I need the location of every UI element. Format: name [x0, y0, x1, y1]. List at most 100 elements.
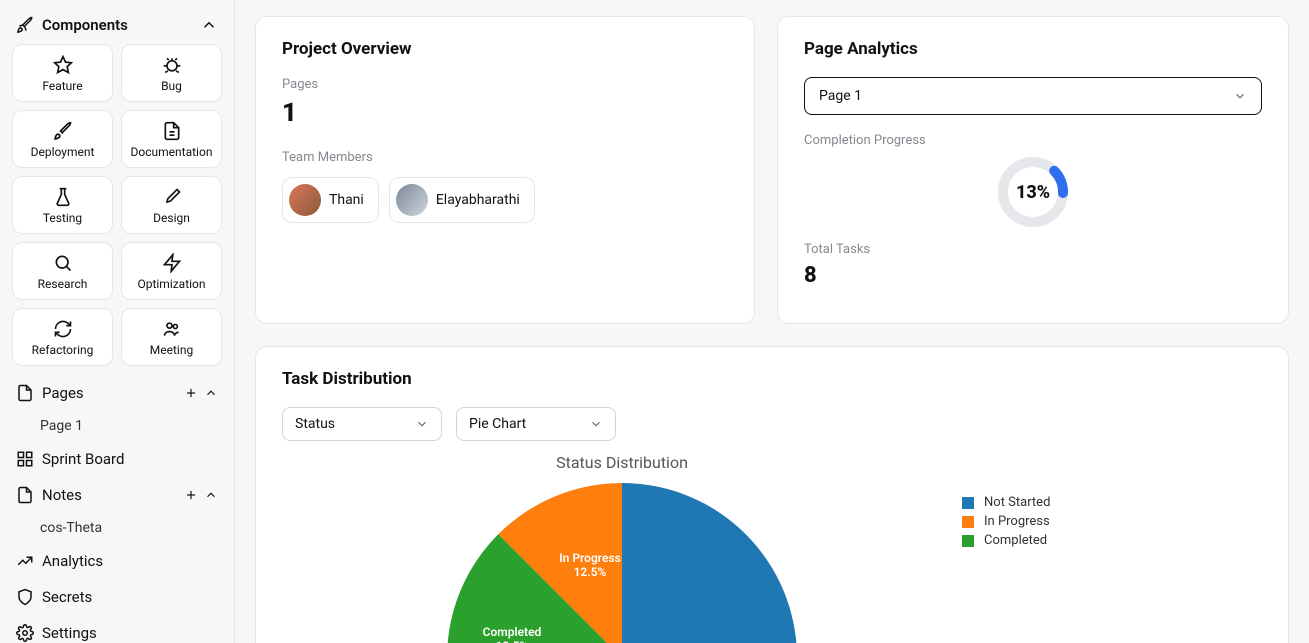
- note-icon: [16, 486, 34, 504]
- overview-title: Project Overview: [282, 39, 728, 59]
- chevron-up-icon[interactable]: [204, 488, 218, 502]
- legend-label: Completed: [984, 533, 1047, 548]
- metric-select-value: Status: [295, 416, 335, 432]
- component-label: Documentation: [131, 145, 213, 159]
- component-label: Optimization: [137, 277, 205, 291]
- refresh-icon: [53, 319, 73, 339]
- rocket-icon: [53, 121, 73, 141]
- component-label: Deployment: [31, 145, 95, 159]
- main-content: Project Overview Pages 1 Team Members Th…: [235, 0, 1309, 643]
- team-label: Team Members: [282, 150, 728, 165]
- total-tasks-label: Total Tasks: [804, 242, 1262, 257]
- note-item[interactable]: cos-Theta: [10, 516, 224, 540]
- component-label: Feature: [42, 79, 82, 93]
- component-label: Refactoring: [32, 343, 94, 357]
- component-label: Design: [153, 211, 190, 225]
- plus-icon[interactable]: [184, 386, 198, 400]
- sprint-board-label: Sprint Board: [42, 450, 124, 468]
- chart-type-select[interactable]: Pie Chart: [456, 407, 616, 441]
- shield-icon: [16, 588, 34, 606]
- legend-item: In Progress: [962, 512, 1262, 531]
- rocket-icon: [16, 16, 34, 34]
- legend-swatch: [962, 516, 974, 528]
- board-icon: [16, 450, 34, 468]
- completion-label: Completion Progress: [804, 133, 1262, 148]
- sidebar-item-secrets[interactable]: Secrets: [10, 582, 224, 612]
- gear-icon: [16, 624, 34, 642]
- legend-swatch: [962, 535, 974, 547]
- chevron-down-icon: [415, 417, 429, 431]
- chart-legend: Not Started In Progress Completed: [962, 453, 1262, 643]
- plus-icon[interactable]: [184, 488, 198, 502]
- page-analytics-card: Page Analytics Page 1 Completion Progres…: [777, 16, 1289, 324]
- chevron-up-icon[interactable]: [204, 386, 218, 400]
- chevron-down-icon: [1233, 89, 1247, 103]
- svg-text:In Progress: In Progress: [559, 551, 621, 565]
- completion-donut: 13%: [995, 154, 1071, 230]
- metric-select[interactable]: Status: [282, 407, 442, 441]
- legend-item: Completed: [962, 531, 1262, 550]
- component-design[interactable]: Design: [121, 176, 222, 234]
- component-label: Bug: [161, 79, 182, 93]
- team-member[interactable]: Thani: [282, 177, 379, 223]
- total-tasks-count: 8: [804, 263, 1262, 288]
- notes-label: Notes: [42, 486, 82, 504]
- component-deployment[interactable]: Deployment: [12, 110, 113, 168]
- distribution-title: Task Distribution: [282, 369, 1262, 389]
- legend-label: In Progress: [984, 514, 1050, 529]
- completion-percent: 13%: [995, 154, 1071, 230]
- member-name: Thani: [329, 192, 364, 208]
- component-refactoring[interactable]: Refactoring: [12, 308, 113, 366]
- team-members-row: Thani Elayabharathi: [282, 177, 728, 223]
- component-meeting[interactable]: Meeting: [121, 308, 222, 366]
- svg-text:Completed: Completed: [483, 625, 542, 639]
- legend-swatch: [962, 497, 974, 509]
- secrets-label: Secrets: [42, 588, 92, 606]
- page-item[interactable]: Page 1: [10, 414, 224, 438]
- palette-icon: [162, 187, 182, 207]
- component-testing[interactable]: Testing: [12, 176, 113, 234]
- pages-label: Pages: [42, 384, 84, 402]
- component-feature[interactable]: Feature: [12, 44, 113, 102]
- component-research[interactable]: Research: [12, 242, 113, 300]
- sidebar-item-settings[interactable]: Settings: [10, 618, 224, 643]
- component-bug[interactable]: Bug: [121, 44, 222, 102]
- sidebar: Components Feature Bug Deployment Docume…: [0, 0, 235, 643]
- sidebar-item-pages[interactable]: Pages: [10, 378, 224, 408]
- component-grid: Feature Bug Deployment Documentation Tes…: [10, 44, 224, 366]
- pie-chart: In Progress 12.5% Completed 12.5%: [412, 478, 832, 643]
- analytics-icon: [16, 552, 34, 570]
- bolt-icon: [162, 253, 182, 273]
- page-icon: [16, 384, 34, 402]
- page-select[interactable]: Page 1: [804, 77, 1262, 115]
- components-label: Components: [42, 16, 128, 34]
- legend-item: Not Started: [962, 493, 1262, 512]
- analytics-title: Page Analytics: [804, 39, 1262, 59]
- sidebar-item-sprint-board[interactable]: Sprint Board: [10, 444, 224, 474]
- file-icon: [162, 121, 182, 141]
- component-label: Research: [38, 277, 88, 291]
- sidebar-item-analytics[interactable]: Analytics: [10, 546, 224, 576]
- svg-text:12.5%: 12.5%: [496, 639, 529, 643]
- member-name: Elayabharathi: [436, 192, 520, 208]
- component-label: Testing: [43, 211, 82, 225]
- sidebar-item-notes[interactable]: Notes: [10, 480, 224, 510]
- analytics-label: Analytics: [42, 552, 103, 570]
- chart-type-value: Pie Chart: [469, 416, 526, 432]
- bug-icon: [162, 55, 182, 75]
- legend-label: Not Started: [984, 495, 1050, 510]
- pages-count: 1: [282, 98, 728, 128]
- components-header[interactable]: Components: [10, 12, 224, 38]
- pages-label: Pages: [282, 77, 728, 92]
- users-icon: [162, 319, 182, 339]
- project-overview-card: Project Overview Pages 1 Team Members Th…: [255, 16, 755, 324]
- chart-title: Status Distribution: [556, 453, 688, 472]
- team-member[interactable]: Elayabharathi: [389, 177, 535, 223]
- search-icon: [53, 253, 73, 273]
- component-documentation[interactable]: Documentation: [121, 110, 222, 168]
- chevron-up-icon: [200, 16, 218, 34]
- avatar: [289, 184, 321, 216]
- star-icon: [53, 55, 73, 75]
- component-optimization[interactable]: Optimization: [121, 242, 222, 300]
- svg-text:12.5%: 12.5%: [574, 565, 607, 579]
